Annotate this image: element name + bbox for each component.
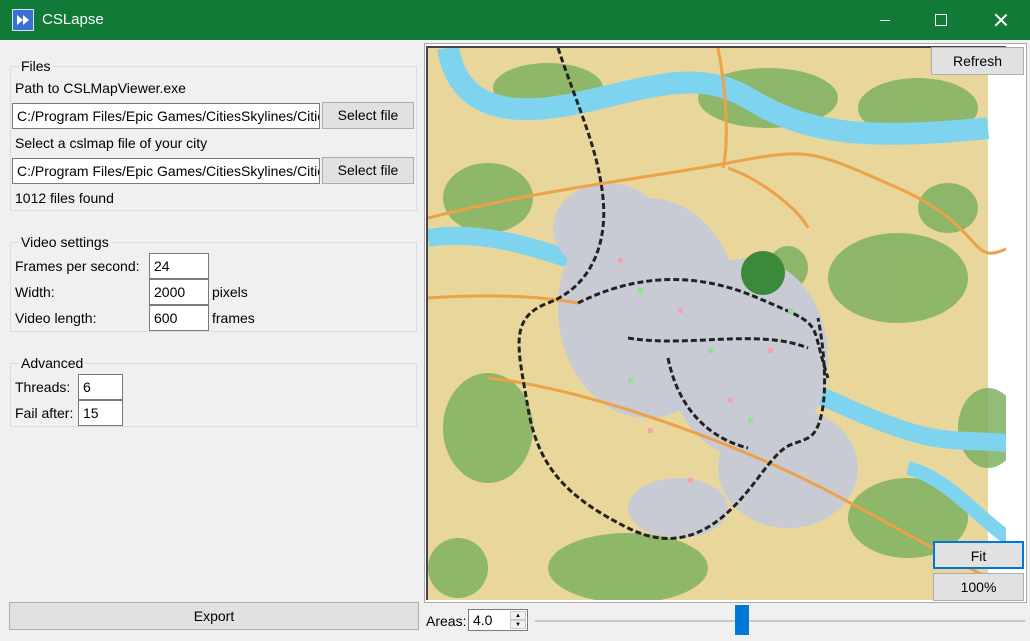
areas-value: 4.0 xyxy=(473,612,493,628)
areas-label: Areas: xyxy=(426,613,467,629)
areas-spinbox[interactable]: 4.0 ▲ ▼ xyxy=(468,609,528,631)
title-bar: CSLapse xyxy=(0,0,1030,40)
refresh-button[interactable]: Refresh xyxy=(931,47,1024,75)
select-exe-button[interactable]: Select file xyxy=(322,102,414,129)
window-title: CSLapse xyxy=(42,11,104,28)
app-icon xyxy=(12,9,34,31)
fail-after-input[interactable]: 15 xyxy=(78,400,123,426)
video-length-label: Video length: xyxy=(15,310,97,326)
width-label: Width: xyxy=(15,284,55,300)
files-found-status: 1012 files found xyxy=(15,190,114,206)
map-image xyxy=(428,48,1006,600)
width-input[interactable]: 2000 xyxy=(149,279,209,305)
fail-after-label: Fail after: xyxy=(15,405,74,421)
threads-label: Threads: xyxy=(15,379,71,395)
minimize-button[interactable] xyxy=(862,0,908,40)
cslmap-label: Select a cslmap file of your city xyxy=(15,135,208,151)
export-button[interactable]: Export xyxy=(9,602,419,630)
video-length-input[interactable]: 600 xyxy=(149,305,209,331)
maximize-icon xyxy=(935,14,947,26)
minimize-icon xyxy=(880,19,890,21)
areas-slider-thumb[interactable] xyxy=(734,605,749,635)
files-group-title: Files xyxy=(19,58,53,74)
fps-input[interactable]: 24 xyxy=(149,253,209,279)
fps-label: Frames per second: xyxy=(15,258,140,274)
spin-down-icon[interactable]: ▼ xyxy=(510,620,526,629)
cslmap-path-input[interactable]: C:/Program Files/Epic Games/CitiesSkylin… xyxy=(12,158,320,184)
exe-path-label: Path to CSLMapViewer.exe xyxy=(15,80,186,96)
maximize-button[interactable] xyxy=(918,0,964,40)
areas-slider-track[interactable] xyxy=(535,620,1025,622)
advanced-title: Advanced xyxy=(19,355,86,371)
video-settings-title: Video settings xyxy=(19,234,111,250)
spin-up-icon[interactable]: ▲ xyxy=(510,611,526,620)
close-button[interactable] xyxy=(978,0,1024,40)
exe-path-input[interactable]: C:/Program Files/Epic Games/CitiesSkylin… xyxy=(12,103,320,129)
zoom-100-button[interactable]: 100% xyxy=(933,573,1024,601)
select-cslmap-button[interactable]: Select file xyxy=(322,157,414,184)
map-preview[interactable] xyxy=(426,46,1006,600)
width-unit: pixels xyxy=(212,284,248,300)
fit-button[interactable]: Fit xyxy=(933,541,1024,569)
close-icon xyxy=(994,13,1008,27)
threads-input[interactable]: 6 xyxy=(78,374,123,400)
video-length-unit: frames xyxy=(212,310,255,326)
